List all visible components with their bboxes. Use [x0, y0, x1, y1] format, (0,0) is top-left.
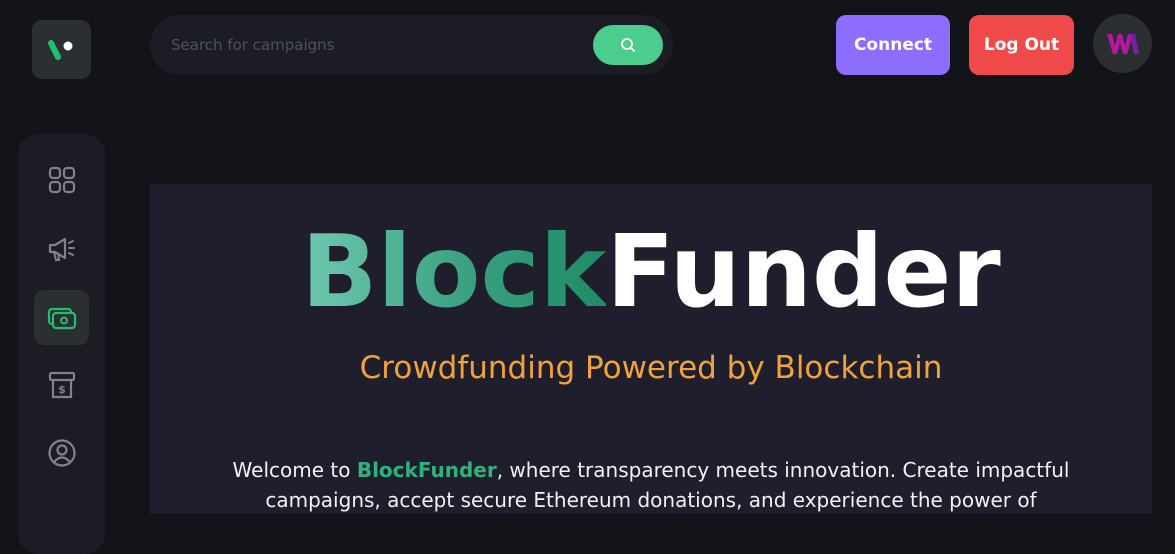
sidebar-item-payment[interactable] [34, 290, 89, 345]
dashboard-grid-icon [48, 166, 75, 193]
search-icon [621, 38, 635, 52]
welcome-brand: BlockFunder [356, 458, 497, 482]
welcome-prefix: Welcome to [232, 458, 357, 482]
sidebar-item-profile[interactable] [34, 425, 89, 480]
brand-title-block: Block [301, 213, 607, 330]
brand-title-funder: Funder [606, 213, 1001, 330]
hero-section: BlockFunder Crowdfunding Powered by Bloc… [150, 184, 1152, 514]
connect-button[interactable]: Connect [836, 15, 950, 75]
svg-text:$: $ [58, 383, 66, 396]
search-bar [150, 15, 673, 75]
logout-button[interactable]: Log Out [969, 15, 1074, 75]
search-button[interactable] [593, 25, 663, 65]
sidebar-item-withdraw[interactable]: $ [34, 357, 89, 412]
user-avatar-logo-icon [1106, 33, 1139, 54]
avatar[interactable] [1093, 14, 1152, 73]
sidebar-item-campaign[interactable] [34, 221, 89, 276]
withdraw-icon: $ [48, 371, 75, 398]
search-input[interactable] [169, 35, 593, 55]
megaphone-icon [48, 237, 75, 261]
logo-icon [47, 39, 72, 60]
sidebar-item-dashboard[interactable] [34, 152, 89, 207]
tagline: Crowdfunding Powered by Blockchain [359, 350, 943, 386]
brand-title: BlockFunder [150, 212, 1152, 332]
app-logo[interactable] [32, 20, 91, 79]
profile-icon [47, 438, 76, 467]
sidebar: $ [18, 134, 105, 554]
wallet-icon [47, 307, 76, 329]
welcome-text: Welcome to BlockFunder, where transparen… [230, 455, 1072, 515]
